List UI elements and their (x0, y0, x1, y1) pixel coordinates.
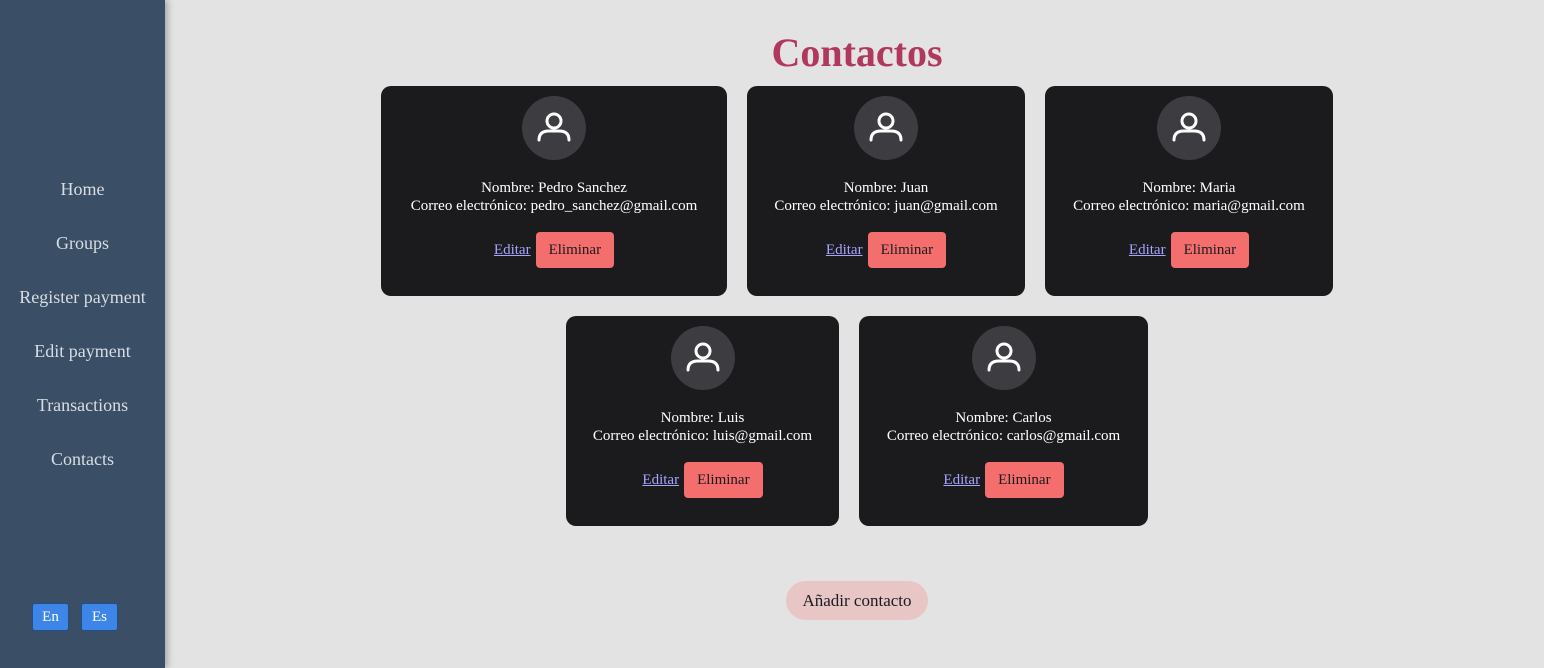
edit-contact-link[interactable]: Editar (642, 472, 679, 489)
contact-actions: Editar Eliminar (859, 462, 1148, 498)
user-icon (686, 342, 720, 372)
contact-info: Nombre: Pedro Sanchez Correo electrónico… (381, 179, 727, 215)
avatar (522, 96, 586, 160)
user-icon (869, 112, 903, 142)
contact-name: Nombre: Pedro Sanchez (481, 180, 627, 196)
sidebar-nav: Home Groups Register payment Edit paymen… (0, 172, 165, 496)
contact-name: Nombre: Carlos (955, 410, 1052, 426)
contact-info: Nombre: Carlos Correo electrónico: carlo… (859, 409, 1148, 445)
delete-contact-button[interactable]: Eliminar (684, 462, 763, 498)
contact-actions: Editar Eliminar (566, 462, 839, 498)
edit-contact-link[interactable]: Editar (494, 242, 531, 259)
contact-name: Nombre: Luis (660, 410, 745, 426)
contact-card: Nombre: Juan Correo electrónico: juan@gm… (747, 86, 1025, 296)
delete-contact-button[interactable]: Eliminar (535, 232, 615, 268)
sidebar-item-register-payment[interactable]: Register payment (0, 280, 165, 334)
user-icon (987, 342, 1021, 372)
contact-email: Correo electrónico: luis@gmail.com (592, 428, 813, 444)
contact-email: Correo electrónico: maria@gmail.com (1073, 198, 1305, 214)
contact-name: Nombre: Juan (843, 180, 929, 196)
avatar (671, 326, 735, 390)
contact-card: Nombre: Maria Correo electrónico: maria@… (1045, 86, 1333, 296)
edit-contact-link[interactable]: Editar (1129, 242, 1166, 259)
contact-info: Nombre: Luis Correo electrónico: luis@gm… (566, 409, 839, 445)
delete-contact-button[interactable]: Eliminar (1170, 232, 1250, 268)
contact-email: Correo electrónico: juan@gmail.com (774, 198, 998, 214)
language-en-button[interactable]: En (32, 603, 69, 631)
avatar (854, 96, 918, 160)
sidebar-item-home[interactable]: Home (0, 172, 165, 226)
contact-info: Nombre: Juan Correo electrónico: juan@gm… (747, 179, 1025, 215)
sidebar-item-contacts[interactable]: Contacts (0, 442, 165, 496)
contact-card: Nombre: Luis Correo electrónico: luis@gm… (566, 316, 839, 526)
sidebar-item-groups[interactable]: Groups (0, 226, 165, 280)
avatar (1157, 96, 1221, 160)
contact-card: Nombre: Pedro Sanchez Correo electrónico… (381, 86, 727, 296)
sidebar-item-transactions[interactable]: Transactions (0, 388, 165, 442)
avatar (972, 326, 1036, 390)
contact-email: Correo electrónico: carlos@gmail.com (886, 428, 1121, 444)
contact-actions: Editar Eliminar (381, 232, 727, 268)
contact-name: Nombre: Maria (1142, 180, 1236, 196)
edit-contact-link[interactable]: Editar (826, 242, 863, 259)
contact-email: Correo electrónico: pedro_sanchez@gmail.… (410, 198, 698, 214)
contact-actions: Editar Eliminar (1045, 232, 1333, 268)
delete-contact-button[interactable]: Eliminar (867, 232, 947, 268)
user-icon (537, 112, 571, 142)
user-icon (1172, 112, 1206, 142)
edit-contact-link[interactable]: Editar (943, 472, 980, 489)
contact-actions: Editar Eliminar (747, 232, 1025, 268)
add-contact-button[interactable]: Añadir contacto (786, 581, 928, 620)
delete-contact-button[interactable]: Eliminar (985, 462, 1064, 498)
contact-info: Nombre: Maria Correo electrónico: maria@… (1045, 179, 1333, 215)
sidebar: Home Groups Register payment Edit paymen… (0, 0, 165, 668)
language-es-button[interactable]: Es (81, 603, 118, 631)
contact-card: Nombre: Carlos Correo electrónico: carlo… (859, 316, 1148, 526)
page-title: Contactos (771, 30, 943, 75)
sidebar-item-edit-payment[interactable]: Edit payment (0, 334, 165, 388)
